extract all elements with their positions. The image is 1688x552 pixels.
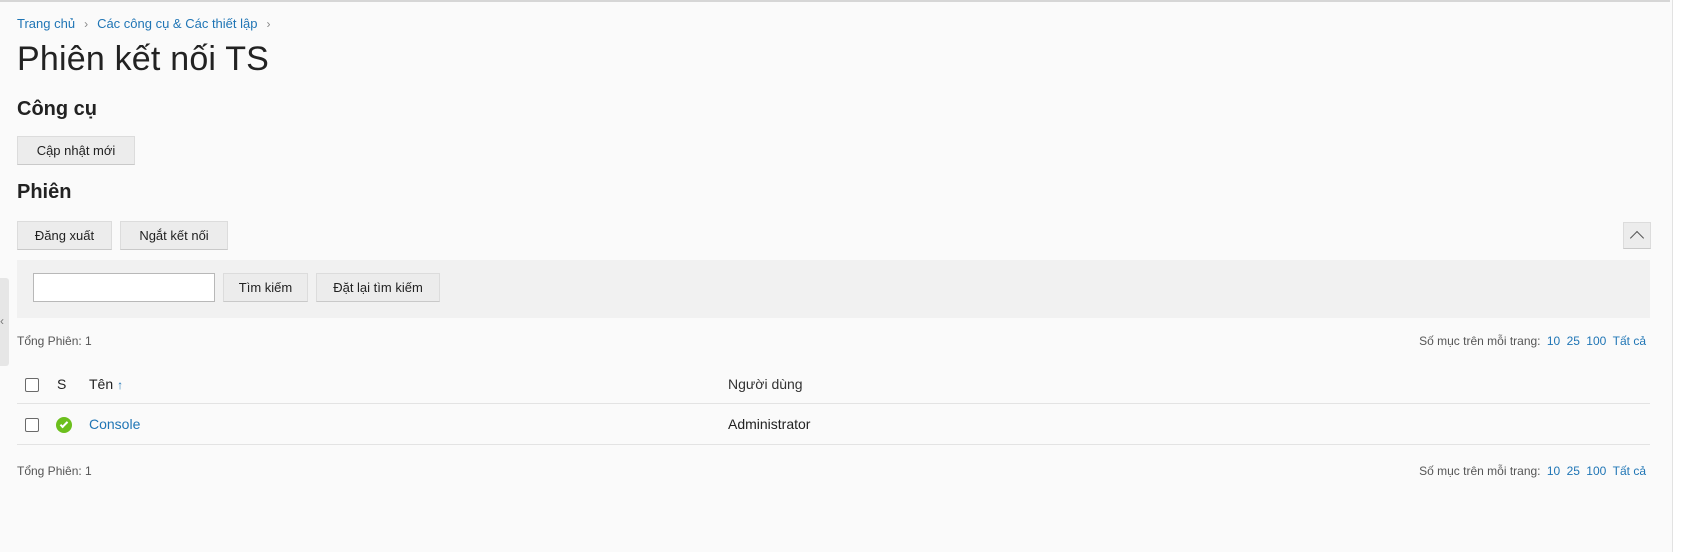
per-page-100[interactable]: 100 xyxy=(1586,464,1606,478)
per-page-10[interactable]: 10 xyxy=(1547,464,1560,478)
per-page-selector: Số mục trên mỗi trang: 10 25 100 Tất cả xyxy=(1419,334,1646,348)
select-all-checkbox[interactable] xyxy=(25,378,39,392)
per-page-100[interactable]: 100 xyxy=(1586,334,1606,348)
search-panel: Tìm kiếm Đặt lại tìm kiếm xyxy=(17,260,1650,318)
refresh-button[interactable]: Cập nhật mới xyxy=(17,136,135,165)
per-page-all[interactable]: Tất cả xyxy=(1613,334,1646,348)
chevron-right-icon: › xyxy=(266,16,271,31)
reset-search-button[interactable]: Đặt lại tìm kiếm xyxy=(316,273,440,302)
chevron-left-icon: ‹ xyxy=(0,314,4,328)
per-page-label: Số mục trên mỗi trang: xyxy=(1419,334,1541,348)
search-button[interactable]: Tìm kiếm xyxy=(223,273,308,302)
user-column-header[interactable]: Người dùng xyxy=(728,376,803,392)
per-page-25[interactable]: 25 xyxy=(1567,464,1580,478)
per-page-10[interactable]: 10 xyxy=(1547,334,1560,348)
total-sessions: Tổng Phiên: 1 xyxy=(17,334,92,348)
status-column-header[interactable]: S xyxy=(57,376,66,392)
collapse-search-button[interactable] xyxy=(1623,222,1651,249)
chevron-right-icon: › xyxy=(84,16,89,31)
breadcrumb: Trang chủ › Các công cụ & Các thiết lập … xyxy=(17,16,279,31)
top-border xyxy=(0,0,1670,2)
table-header: S Tên ↑ Người dùng xyxy=(17,366,1650,404)
tools-heading: Công cụ xyxy=(17,98,97,120)
logout-button[interactable]: Đăng xuất xyxy=(17,221,112,250)
status-ok-icon xyxy=(56,417,72,433)
name-header-label: Tên xyxy=(89,376,114,392)
disconnect-button[interactable]: Ngắt kết nối xyxy=(120,221,228,250)
session-name-link[interactable]: Console xyxy=(89,416,140,432)
total-sessions-bottom: Tổng Phiên: 1 xyxy=(17,464,92,478)
per-page-all[interactable]: Tất cả xyxy=(1613,464,1646,478)
search-input[interactable] xyxy=(33,273,215,302)
per-page-25[interactable]: 25 xyxy=(1567,334,1580,348)
row-checkbox[interactable] xyxy=(25,418,39,432)
page-title: Phiên kết nối TS xyxy=(17,40,270,78)
per-page-selector-bottom: Số mục trên mỗi trang: 10 25 100 Tất cả xyxy=(1419,464,1646,478)
breadcrumb-home-link[interactable]: Trang chủ xyxy=(17,16,75,31)
session-user: Administrator xyxy=(728,416,811,432)
vertical-scrollbar[interactable] xyxy=(1672,0,1688,552)
chevron-up-icon xyxy=(1629,230,1645,246)
name-column-header[interactable]: Tên ↑ xyxy=(89,376,123,392)
sort-ascending-icon: ↑ xyxy=(117,378,124,392)
breadcrumb-tools-link[interactable]: Các công cụ & Các thiết lập xyxy=(97,16,257,31)
sessions-heading: Phiên xyxy=(17,181,72,203)
per-page-label: Số mục trên mỗi trang: xyxy=(1419,464,1541,478)
sidebar-toggle[interactable]: ‹ xyxy=(0,278,9,366)
table-row: Console Administrator xyxy=(17,405,1650,445)
